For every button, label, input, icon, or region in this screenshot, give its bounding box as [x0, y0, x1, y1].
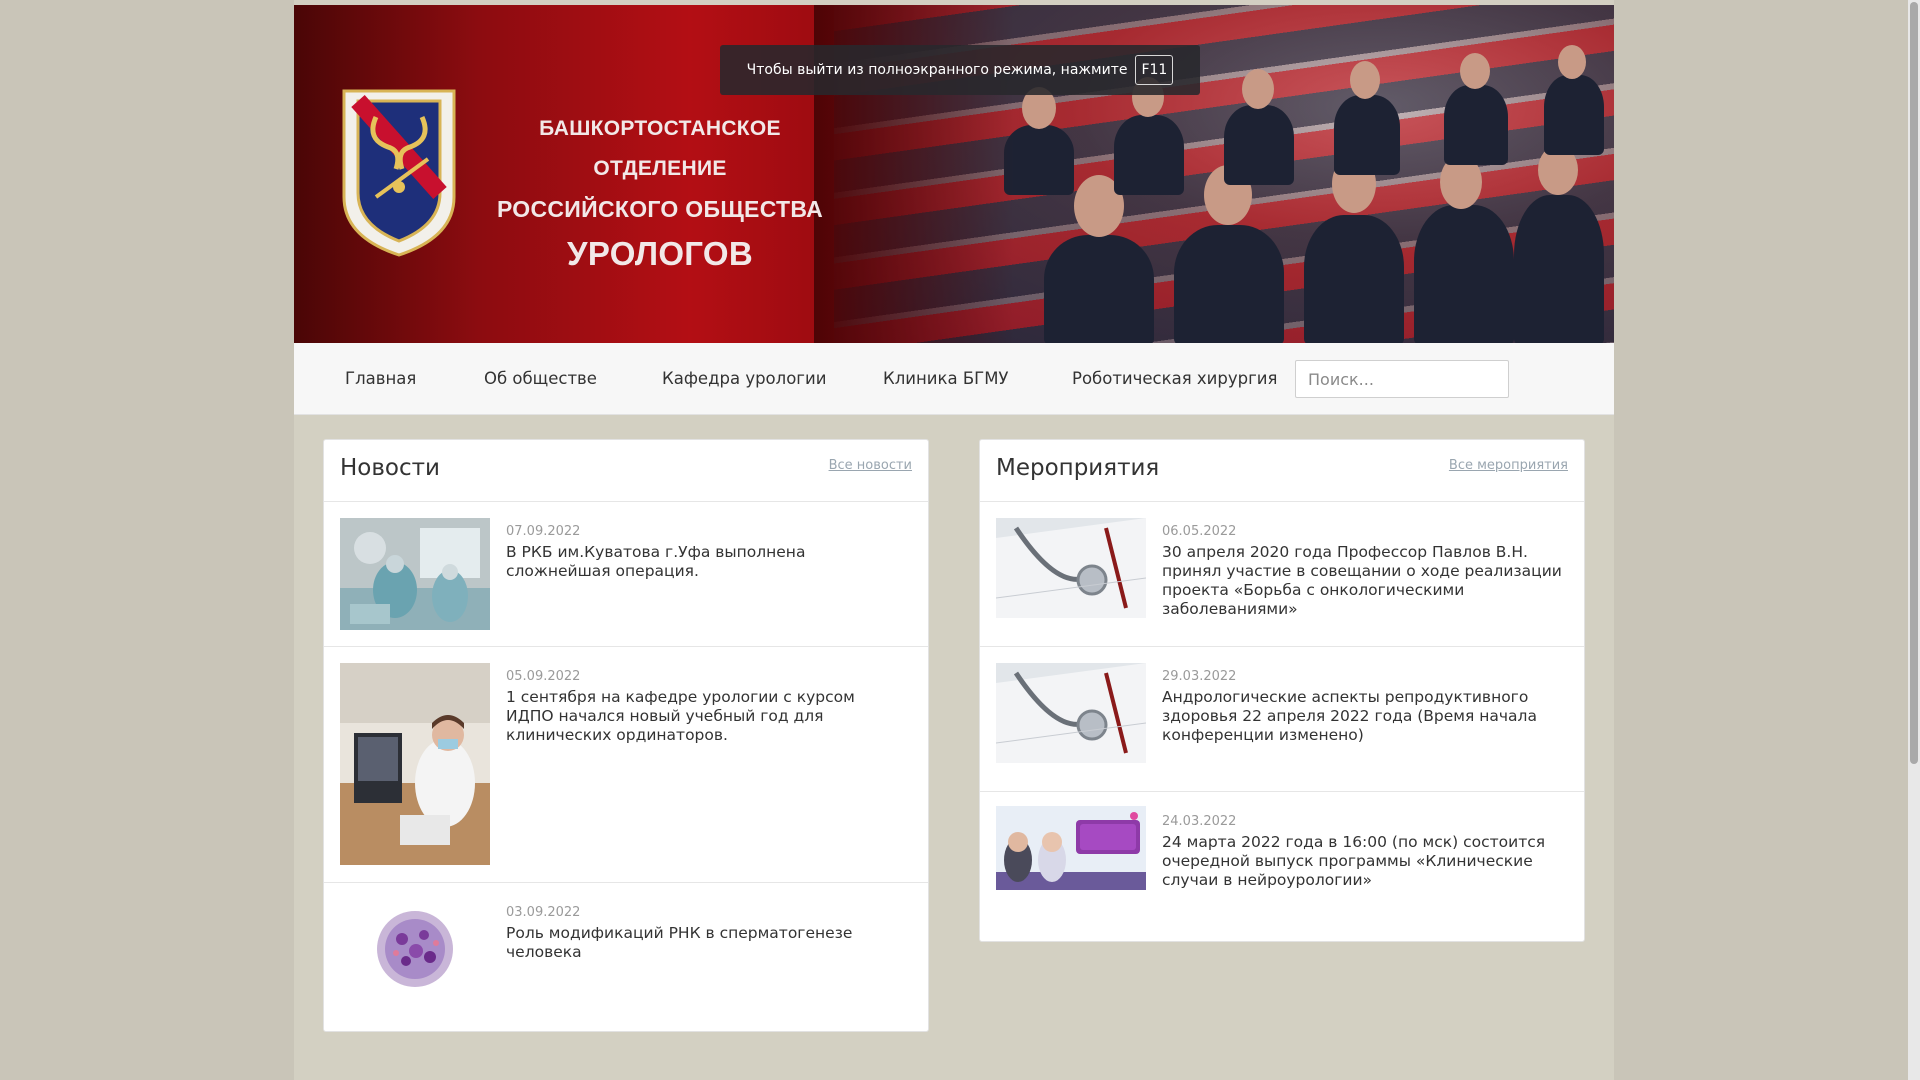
page-scrollbar[interactable] — [1908, 0, 1920, 1080]
event-item-date: 29.03.2022 — [1162, 669, 1237, 684]
fullscreen-notice: Чтобы выйти из полноэкранного режима, на… — [720, 45, 1200, 95]
header-banner[interactable]: БАШКОРТОСТАНСКОЕ ОТДЕЛЕНИЕ РОССИЙСКОГО О… — [294, 5, 1614, 343]
event-item-title[interactable]: Андрологические аспекты репродуктивного … — [1162, 688, 1562, 745]
scrollbar-thumb[interactable] — [1910, 2, 1918, 764]
page-right-background — [1614, 0, 1920, 1080]
fullscreen-key-badge: F11 — [1135, 55, 1174, 85]
event-item-thumbnail[interactable] — [996, 518, 1146, 618]
event-item-title[interactable]: 24 марта 2022 года в 16:00 (по мск) сост… — [1162, 833, 1562, 890]
page-container: БАШКОРТОСТАНСКОЕ ОТДЕЛЕНИЕ РОССИЙСКОГО О… — [294, 5, 1614, 1080]
news-item-thumbnail[interactable] — [340, 663, 490, 865]
news-item-title[interactable]: Роль модификаций РНК в сперматогенезе че… — [506, 924, 906, 962]
news-item-title[interactable]: 1 сентября на кафедре урологии с курсом … — [506, 688, 906, 745]
news-item-thumbnail[interactable] — [340, 518, 490, 630]
nav-item-about[interactable]: Об обществе — [484, 343, 597, 415]
nav-item-bgmu-clinic[interactable]: Клиника БГМУ — [883, 343, 1009, 415]
nav-item-urology-department[interactable]: Кафедра урологии — [662, 343, 826, 415]
events-panel-header: Мероприятия Все мероприятия — [980, 440, 1584, 502]
banner-title-line2: РОССИЙСКОГО ОБЩЕСТВА — [496, 196, 824, 222]
news-panel-header: Новости Все новости — [324, 440, 928, 502]
events-panel-title: Мероприятия — [996, 455, 1160, 481]
news-panel: Новости Все новости 07.09.2022 В РКБ им. — [323, 439, 929, 1032]
banner-title-line1: БАШКОРТОСТАНСКОЕ ОТДЕЛЕНИЕ — [539, 117, 781, 180]
news-item[interactable]: 07.09.2022 В РКБ им.Куватова г.Уфа выпол… — [324, 502, 928, 647]
event-item-date: 24.03.2022 — [1162, 814, 1237, 829]
news-item-date: 07.09.2022 — [506, 524, 581, 539]
event-item[interactable]: 29.03.2022 Андрологические аспекты репро… — [980, 647, 1584, 792]
event-item-thumbnail[interactable] — [996, 663, 1146, 763]
search-input[interactable] — [1295, 360, 1509, 398]
event-item[interactable]: 24.03.2022 24 марта 2022 года в 16:00 (п… — [980, 792, 1584, 940]
events-panel: Мероприятия Все мероприятия 06.05.2022 3… — [979, 439, 1585, 942]
banner-title: БАШКОРТОСТАНСКОЕ ОТДЕЛЕНИЕ РОССИЙСКОГО О… — [490, 109, 830, 279]
fullscreen-notice-text: Чтобы выйти из полноэкранного режима, на… — [746, 62, 1128, 78]
banner-title-line3: УРОЛОГОВ — [567, 235, 753, 272]
news-item-date: 05.09.2022 — [506, 669, 581, 684]
event-item-thumbnail[interactable] — [996, 806, 1146, 890]
event-item-title[interactable]: 30 апреля 2020 года Профессор Павлов В.Н… — [1162, 543, 1562, 619]
news-item[interactable]: 03.09.2022 Роль модификаций РНК в сперма… — [324, 883, 928, 1031]
news-item-title[interactable]: В РКБ им.Куватова г.Уфа выполнена сложне… — [506, 543, 906, 581]
all-news-link[interactable]: Все новости — [829, 458, 912, 473]
news-item[interactable]: 05.09.2022 1 сентября на кафедре урологи… — [324, 647, 928, 883]
news-panel-title: Новости — [340, 455, 440, 481]
event-item[interactable]: 06.05.2022 30 апреля 2020 года Профессор… — [980, 502, 1584, 647]
nav-item-robotic-surgery[interactable]: Роботическая хирургия — [1072, 343, 1277, 415]
event-item-date: 06.05.2022 — [1162, 524, 1237, 539]
main-navigation: Главная Об обществе Кафедра урологии Кли… — [294, 343, 1614, 415]
page-left-background — [0, 0, 294, 1080]
society-logo-icon — [342, 89, 456, 257]
news-item-date: 03.09.2022 — [506, 905, 581, 920]
all-events-link[interactable]: Все мероприятия — [1449, 458, 1568, 473]
nav-item-home[interactable]: Главная — [345, 343, 416, 415]
news-item-thumbnail[interactable] — [340, 899, 490, 999]
